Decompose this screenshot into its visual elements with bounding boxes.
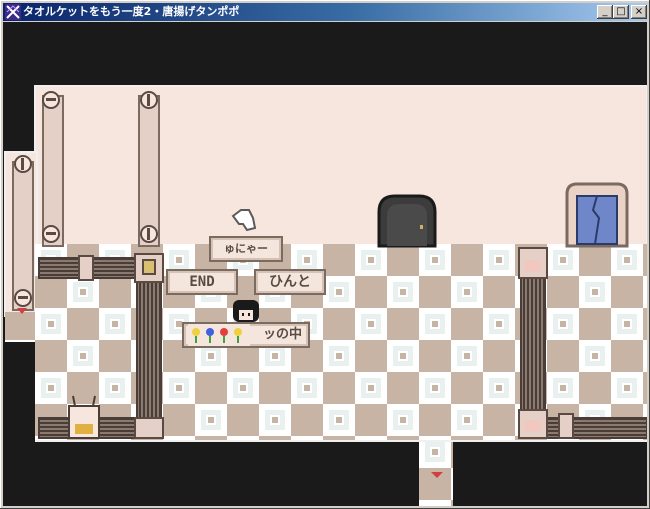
flower-icon bbox=[188, 324, 250, 346]
menu-sign-hint[interactable]: ひんと bbox=[254, 269, 326, 295]
window-title: タオルケットをもう一度2・唐揚げタンポポ bbox=[23, 5, 240, 18]
menu-sign-inside-label: ッの中 bbox=[262, 327, 302, 342]
menu-sign-inside[interactable]: ッの中 bbox=[182, 322, 310, 348]
dark-door[interactable] bbox=[377, 194, 437, 248]
game-viewport[interactable]: ゅにゃー END ひんと ッの中 bbox=[3, 22, 647, 506]
game-window: タオルケットをもう一度2・唐揚げタンポポ _ □ × ゅにゃー END ひんと … bbox=[0, 0, 650, 509]
wall-pipe bbox=[138, 91, 160, 247]
menu-sign-end[interactable]: END bbox=[166, 269, 238, 295]
game-scene bbox=[3, 22, 647, 506]
close-button[interactable]: × bbox=[631, 5, 647, 19]
app-icon bbox=[5, 4, 21, 20]
title-bar[interactable]: タオルケットをもう一度2・唐揚げタンポポ _ □ × bbox=[3, 3, 647, 21]
blue-door[interactable] bbox=[565, 182, 629, 248]
maximize-button[interactable]: □ bbox=[613, 5, 629, 19]
player-character[interactable] bbox=[233, 300, 259, 322]
wall-pipe bbox=[42, 91, 64, 247]
wall-pipe bbox=[12, 155, 34, 311]
menu-sign-meow[interactable]: ゅにゃー bbox=[209, 236, 283, 262]
minimize-button[interactable]: _ bbox=[597, 5, 613, 19]
